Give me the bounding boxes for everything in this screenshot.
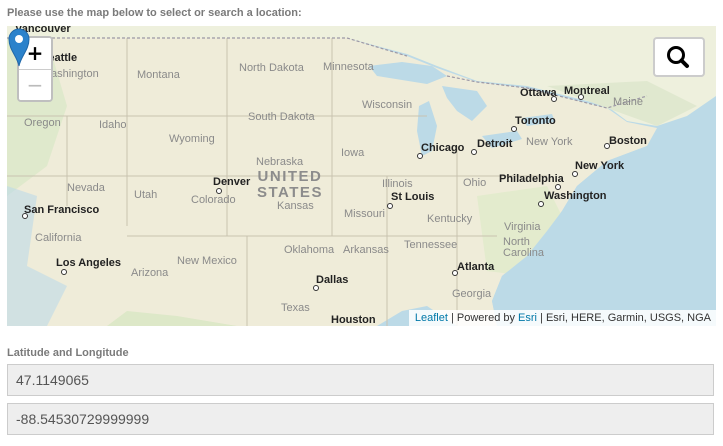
state-label: Nebraska	[256, 156, 304, 168]
city-label: Chicago	[421, 142, 465, 154]
city-dot	[387, 203, 393, 209]
state-label: Idaho	[99, 119, 127, 131]
state-label: Tennessee	[404, 239, 458, 251]
city-label: Ottawa	[520, 87, 557, 99]
state-label: Maine	[613, 96, 643, 108]
latitude-field[interactable]	[7, 364, 714, 396]
minus-icon: −	[26, 73, 44, 97]
state-label: Colorado	[191, 194, 236, 206]
leaflet-link[interactable]: Leaflet	[415, 312, 448, 324]
state-label: Virginia	[504, 221, 541, 233]
city-label: Boston	[609, 135, 647, 147]
state-label: Oregon	[24, 117, 61, 129]
attribution-text: | Powered by	[447, 312, 519, 324]
city-label: San Francisco	[24, 204, 100, 216]
map-pin-icon[interactable]	[7, 26, 31, 68]
state-label: Kentucky	[427, 213, 473, 225]
state-label: Utah	[134, 189, 158, 201]
state-label: Ohio	[463, 177, 487, 189]
latlng-label: Latitude and Longitude	[7, 347, 129, 359]
state-label: Kansas	[277, 200, 314, 212]
location-map[interactable]: UNITED STATES Montana North Dakota Minne…	[7, 26, 716, 326]
attribution-sources: | Esri, HERE, Garmin, USGS, NGA	[537, 312, 711, 324]
city-label: Atlanta	[457, 261, 495, 273]
state-label: New Mexico	[177, 255, 237, 267]
city-dot	[61, 269, 67, 275]
city-label: Dallas	[316, 274, 349, 286]
city-label: St Louis	[391, 191, 435, 203]
state-label: California	[35, 232, 82, 244]
search-icon	[667, 46, 689, 68]
state-label: North Dakota	[239, 62, 304, 74]
state-label: Illinois	[382, 178, 413, 190]
state-label: Montana	[137, 69, 180, 81]
state-label: Georgia	[452, 288, 492, 300]
state-label: Iowa	[341, 147, 365, 159]
state-label: New York	[526, 136, 573, 148]
state-label: Arkansas	[343, 244, 389, 256]
esri-link[interactable]: Esri	[518, 312, 537, 324]
city-label: New York	[575, 160, 625, 172]
city-label: Denver	[213, 176, 251, 188]
city-label: Toronto	[515, 115, 556, 127]
map-search-button[interactable]	[653, 37, 705, 77]
city-label: Philadelphia	[499, 173, 564, 185]
longitude-field[interactable]	[7, 403, 714, 435]
country-label: UNITED STATES	[257, 168, 323, 201]
state-label: Nevada	[67, 182, 105, 194]
map-attribution: Leaflet | Powered by Esri | Esri, HERE, …	[408, 310, 716, 326]
state-label: Oklahoma	[284, 244, 335, 256]
city-label: Montreal	[564, 85, 610, 97]
state-label: Wyoming	[169, 133, 215, 145]
state-label: South Dakota	[248, 111, 315, 123]
state-label: Minnesota	[323, 61, 374, 73]
state-label: Texas	[281, 302, 310, 314]
state-label: Missouri	[344, 208, 385, 220]
city-label: Houston	[331, 314, 376, 326]
city-label: Washington	[544, 190, 607, 202]
instruction-text: Please use the map below to select or se…	[7, 7, 302, 19]
city-dot	[216, 188, 222, 194]
city-label: Los Angeles	[56, 257, 121, 269]
state-label: Arizona	[131, 267, 169, 279]
city-label: Detroit	[477, 138, 513, 150]
state-label: Wisconsin	[362, 99, 413, 111]
state-label: North Carolina	[503, 236, 544, 259]
zoom-out-button[interactable]: −	[19, 69, 51, 100]
